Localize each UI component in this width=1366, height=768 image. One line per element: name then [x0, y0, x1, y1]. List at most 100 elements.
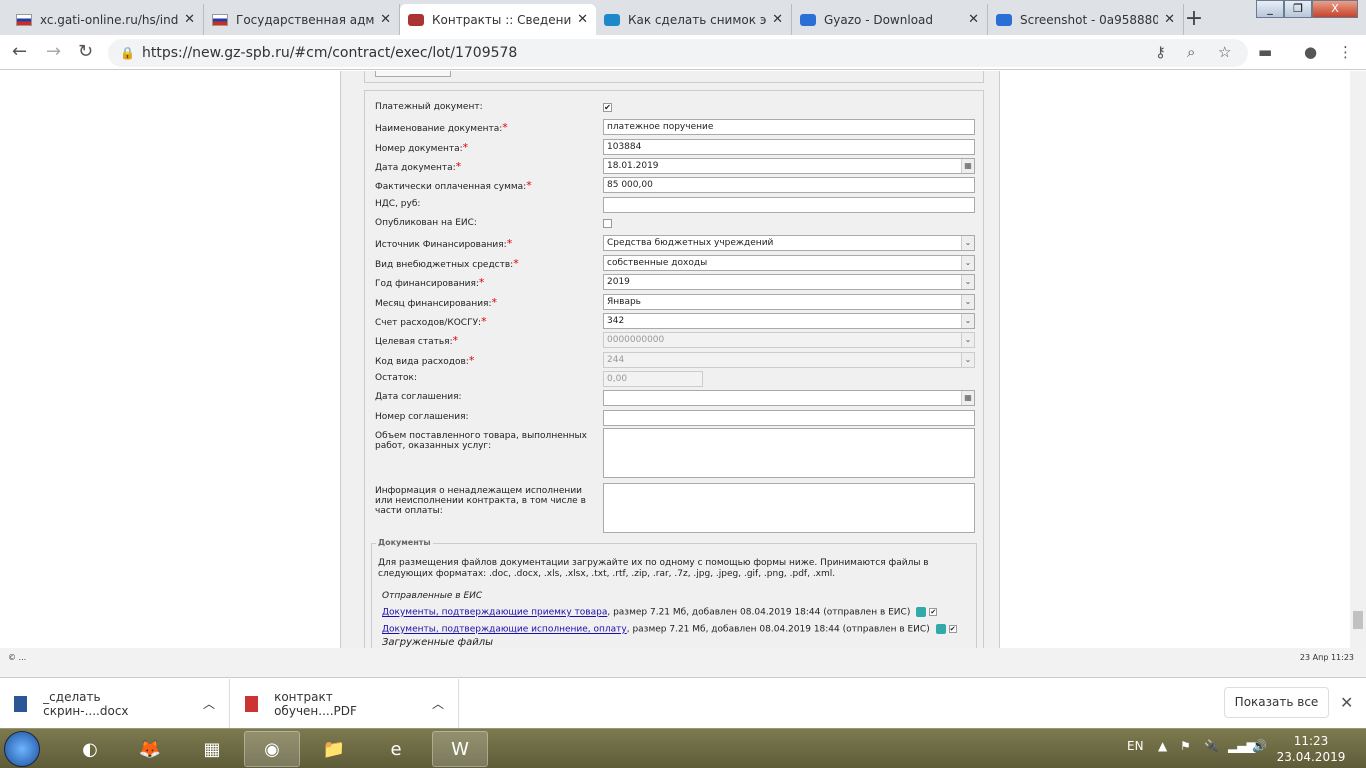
minimize-button[interactable]: _: [1256, 0, 1284, 18]
tab-close-icon[interactable]: ✕: [968, 12, 979, 27]
chevron-down-icon[interactable]: ⌄: [961, 275, 974, 290]
chevron-down-icon[interactable]: ⌄: [961, 352, 974, 367]
chevron-up-icon[interactable]: ︿: [432, 695, 444, 712]
select-field[interactable]: собственные доходы ⌄: [603, 254, 975, 271]
chevron-down-icon[interactable]: ⌄: [961, 294, 974, 309]
form-row: Фактически оплаченная сумма:* 85 000,00: [375, 176, 975, 195]
field-value: 244: [607, 354, 625, 365]
file-checkbox[interactable]: ✔: [929, 608, 938, 616]
file-link[interactable]: Документы, подтверждающие приемку товара: [382, 608, 607, 618]
chevron-down-icon[interactable]: ⌄: [961, 313, 974, 328]
language-indicator[interactable]: EN: [1127, 739, 1144, 753]
chrome-icon[interactable]: ◉: [244, 731, 300, 767]
show-all-button[interactable]: Показать все: [1224, 687, 1329, 718]
maximize-button[interactable]: ❐: [1284, 0, 1312, 18]
text-field[interactable]: [603, 409, 975, 426]
show-hidden-icons[interactable]: ▲: [1158, 739, 1167, 753]
chevron-down-icon[interactable]: ⌄: [961, 333, 974, 348]
file-link[interactable]: Документы, подтверждающие исполнение, оп…: [382, 625, 627, 635]
form-row: Вид внебюджетных средств:* собственные до…: [375, 254, 975, 273]
tab[interactable]: Контракты :: Сведения о ✕: [400, 4, 596, 35]
volume-icon[interactable]: 🔊: [1252, 739, 1267, 753]
checkbox[interactable]: ✔: [603, 103, 612, 112]
select-field: 244 ⌄: [603, 351, 975, 368]
tab-close-icon[interactable]: ✕: [772, 12, 783, 27]
tab-close-icon[interactable]: ✕: [184, 12, 195, 27]
extension-icon[interactable]: ▬: [1258, 43, 1272, 61]
select-field[interactable]: Январь ⌄: [603, 293, 975, 310]
required-marker: *: [491, 295, 498, 309]
chevron-up-icon[interactable]: ︿: [203, 695, 215, 712]
close-icon[interactable]: ✕: [1340, 693, 1353, 712]
label-text: Номер соглашения:: [375, 411, 469, 422]
calculator-icon[interactable]: ▦: [184, 731, 240, 767]
text-field[interactable]: [603, 196, 975, 213]
select-field[interactable]: Средства бюджетных учреждений ⌄: [603, 235, 975, 252]
internet-explorer-icon[interactable]: e: [368, 731, 424, 767]
close-window-button[interactable]: X: [1312, 0, 1358, 18]
date-field[interactable]: 18.01.2019 ▦: [603, 158, 975, 175]
tab-close-icon[interactable]: ✕: [380, 12, 391, 27]
section-button[interactable]: [375, 71, 451, 77]
menu-icon[interactable]: ⋮: [1338, 43, 1353, 61]
file-checkbox[interactable]: ✔: [948, 625, 957, 633]
tab[interactable]: Государственная адми ✕: [204, 4, 400, 35]
tab[interactable]: Как сделать снимок экр ✕: [596, 4, 792, 35]
word-icon[interactable]: W: [432, 731, 488, 767]
tab[interactable]: xc.gati-online.ru/hs/inde ✕: [8, 4, 204, 35]
clock[interactable]: 11:23 23.04.2019: [1276, 733, 1346, 765]
select-field: 0000000000 ⌄: [603, 332, 975, 349]
date-field[interactable]: ▦: [603, 390, 975, 407]
select-field[interactable]: 2019 ⌄: [603, 274, 975, 291]
chevron-down-icon[interactable]: ⌄: [961, 255, 974, 270]
back-icon[interactable]: ←: [12, 41, 27, 62]
download-item[interactable]: _сделать скрин-....docx ︿: [0, 679, 230, 728]
label-text: Наименование документа:: [375, 124, 503, 135]
previous-section: [364, 71, 984, 83]
forward-icon[interactable]: →: [46, 41, 61, 62]
taskbar-app-icon[interactable]: ◐: [62, 731, 118, 767]
field-value: Средства бюджетных учреждений: [607, 238, 774, 249]
tab-close-icon[interactable]: ✕: [577, 12, 588, 27]
form-row: Объем поставленного товара, выполненных …: [375, 428, 975, 478]
select-field[interactable]: 342 ⌄: [603, 312, 975, 329]
pdf-file-icon: [245, 695, 259, 712]
text-field[interactable]: платежное поручение: [603, 119, 975, 136]
tab[interactable]: Gyazo - Download ✕: [792, 4, 988, 35]
text-field[interactable]: 85 000,00: [603, 177, 975, 194]
start-button[interactable]: [4, 731, 40, 767]
tab[interactable]: Screenshot - 0a9588809 ✕: [988, 4, 1184, 35]
zoom-icon[interactable]: ⌕: [1187, 43, 1195, 61]
power-icon[interactable]: 🔌: [1204, 739, 1219, 753]
calendar-icon[interactable]: ▦: [961, 159, 974, 174]
vertical-scrollbar[interactable]: [1350, 71, 1366, 648]
textarea-field[interactable]: [603, 428, 975, 478]
required-marker: *: [526, 179, 532, 193]
form-row: Целевая статья:* 0000000000 ⌄: [375, 331, 975, 350]
file-meta: , размер 7.21 Мб, добавлен 08.04.2019 18…: [626, 624, 930, 635]
checkbox[interactable]: [603, 219, 612, 229]
action-center-icon[interactable]: ⚑: [1180, 739, 1191, 753]
text-field[interactable]: 103884: [603, 138, 975, 155]
key-icon[interactable]: ⚷: [1155, 43, 1166, 61]
delete-icon[interactable]: [935, 624, 946, 634]
profile-icon[interactable]: ●: [1304, 43, 1317, 61]
field-label: Информация о ненадлежащем исполнении или…: [375, 486, 600, 516]
reload-icon[interactable]: ↻: [78, 41, 93, 62]
download-item[interactable]: контракт обучен....PDF ︿: [231, 679, 459, 728]
url-input[interactable]: 🔒 https://new.gz-spb.ru/#cm/contract/exec…: [108, 39, 1248, 67]
calendar-icon[interactable]: ▦: [961, 391, 974, 406]
textarea-field[interactable]: [603, 483, 975, 533]
field-value: 85 000,00: [607, 180, 653, 191]
chevron-down-icon[interactable]: ⌄: [961, 236, 974, 251]
tab-close-icon[interactable]: ✕: [1164, 12, 1175, 27]
new-tab-button[interactable]: +: [1180, 6, 1208, 31]
delete-icon[interactable]: [916, 607, 927, 617]
star-icon[interactable]: ☆: [1218, 43, 1231, 61]
label-text: Год финансирования:: [375, 279, 479, 290]
field-label: Опубликован на ЕИС:: [375, 218, 600, 228]
explorer-folder-icon[interactable]: 📁: [306, 731, 362, 767]
firefox-icon[interactable]: 🦊: [122, 731, 178, 767]
scrollbar-thumb[interactable]: [1353, 611, 1363, 629]
form-row: Номер соглашения:: [375, 409, 975, 428]
